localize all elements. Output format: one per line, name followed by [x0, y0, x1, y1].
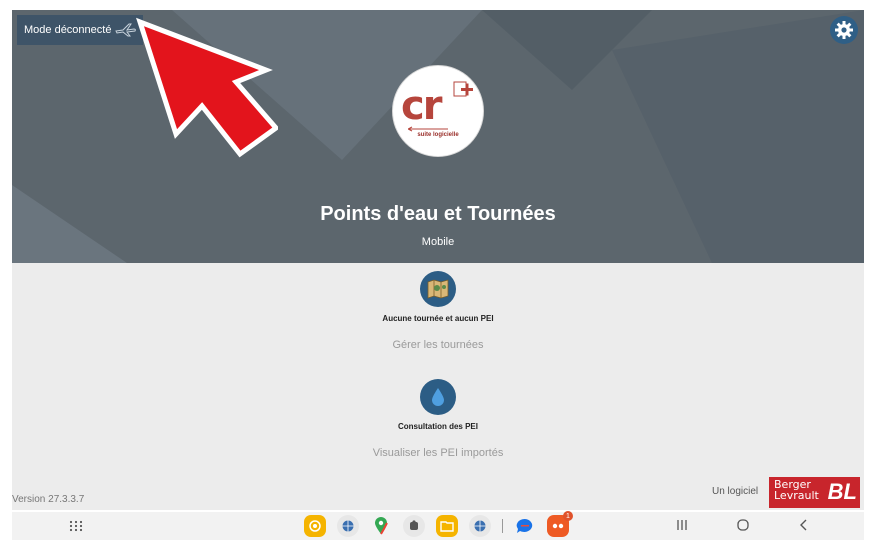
- publisher-logo: Berger Levrault BL: [769, 477, 860, 508]
- tours-title: Aucune tournée et aucun PEI: [382, 314, 494, 323]
- logo-cross-icon: [453, 81, 473, 97]
- view-pei-link[interactable]: Visualiser les PEI importés: [12, 447, 864, 459]
- tours-action[interactable]: Aucune tournée et aucun PEI Gérer les to…: [12, 271, 864, 351]
- water-drop-icon[interactable]: [420, 379, 456, 415]
- messages-app-icon[interactable]: [514, 515, 536, 537]
- manage-tours-link[interactable]: Gérer les tournées: [12, 339, 864, 351]
- app-logo: cr suite logicielle: [392, 65, 484, 157]
- target-app-icon[interactable]: [304, 515, 326, 537]
- version-label: Version 27.3.3.7: [12, 494, 85, 505]
- app-drawer-icon[interactable]: [69, 520, 83, 532]
- app-dock: 1: [304, 511, 573, 537]
- pei-action[interactable]: Consultation des PEI Visualiser les PEI …: [12, 379, 864, 459]
- app-title: Points d'eau et Tournées: [320, 203, 556, 225]
- publisher-mark: BL: [827, 479, 857, 504]
- offline-mode-label: Mode déconnecté: [24, 24, 112, 36]
- notification-badge: 1: [563, 511, 573, 521]
- publisher-prefix: Un logiciel: [712, 486, 759, 497]
- settings-button[interactable]: [830, 16, 858, 44]
- files-app-icon[interactable]: [436, 515, 458, 537]
- home-icon[interactable]: [736, 518, 750, 532]
- offline-mode-badge[interactable]: Mode déconnecté: [17, 15, 143, 45]
- dock-separator: [502, 519, 503, 533]
- system-navigation-bar: 1: [12, 511, 864, 540]
- puzzle-app-icon[interactable]: [403, 515, 425, 537]
- app-subtitle: Mobile: [421, 236, 455, 248]
- app-logo-subtitle: suite logicielle: [417, 132, 459, 138]
- app-logo-text: cr: [401, 83, 442, 129]
- publisher-name-line2: Levrault: [774, 489, 819, 502]
- pei-title: Consultation des PEI: [397, 422, 478, 431]
- globe-app-icon[interactable]: [337, 515, 359, 537]
- globe-app-icon[interactable]: [469, 515, 491, 537]
- map-icon[interactable]: [420, 271, 456, 307]
- gear-icon: [835, 21, 853, 39]
- game-app-icon[interactable]: 1: [547, 511, 573, 537]
- back-icon[interactable]: [798, 518, 810, 532]
- maps-app-icon[interactable]: [370, 515, 392, 537]
- red-pointer-arrow: [136, 17, 278, 158]
- recent-apps-icon[interactable]: [676, 518, 688, 532]
